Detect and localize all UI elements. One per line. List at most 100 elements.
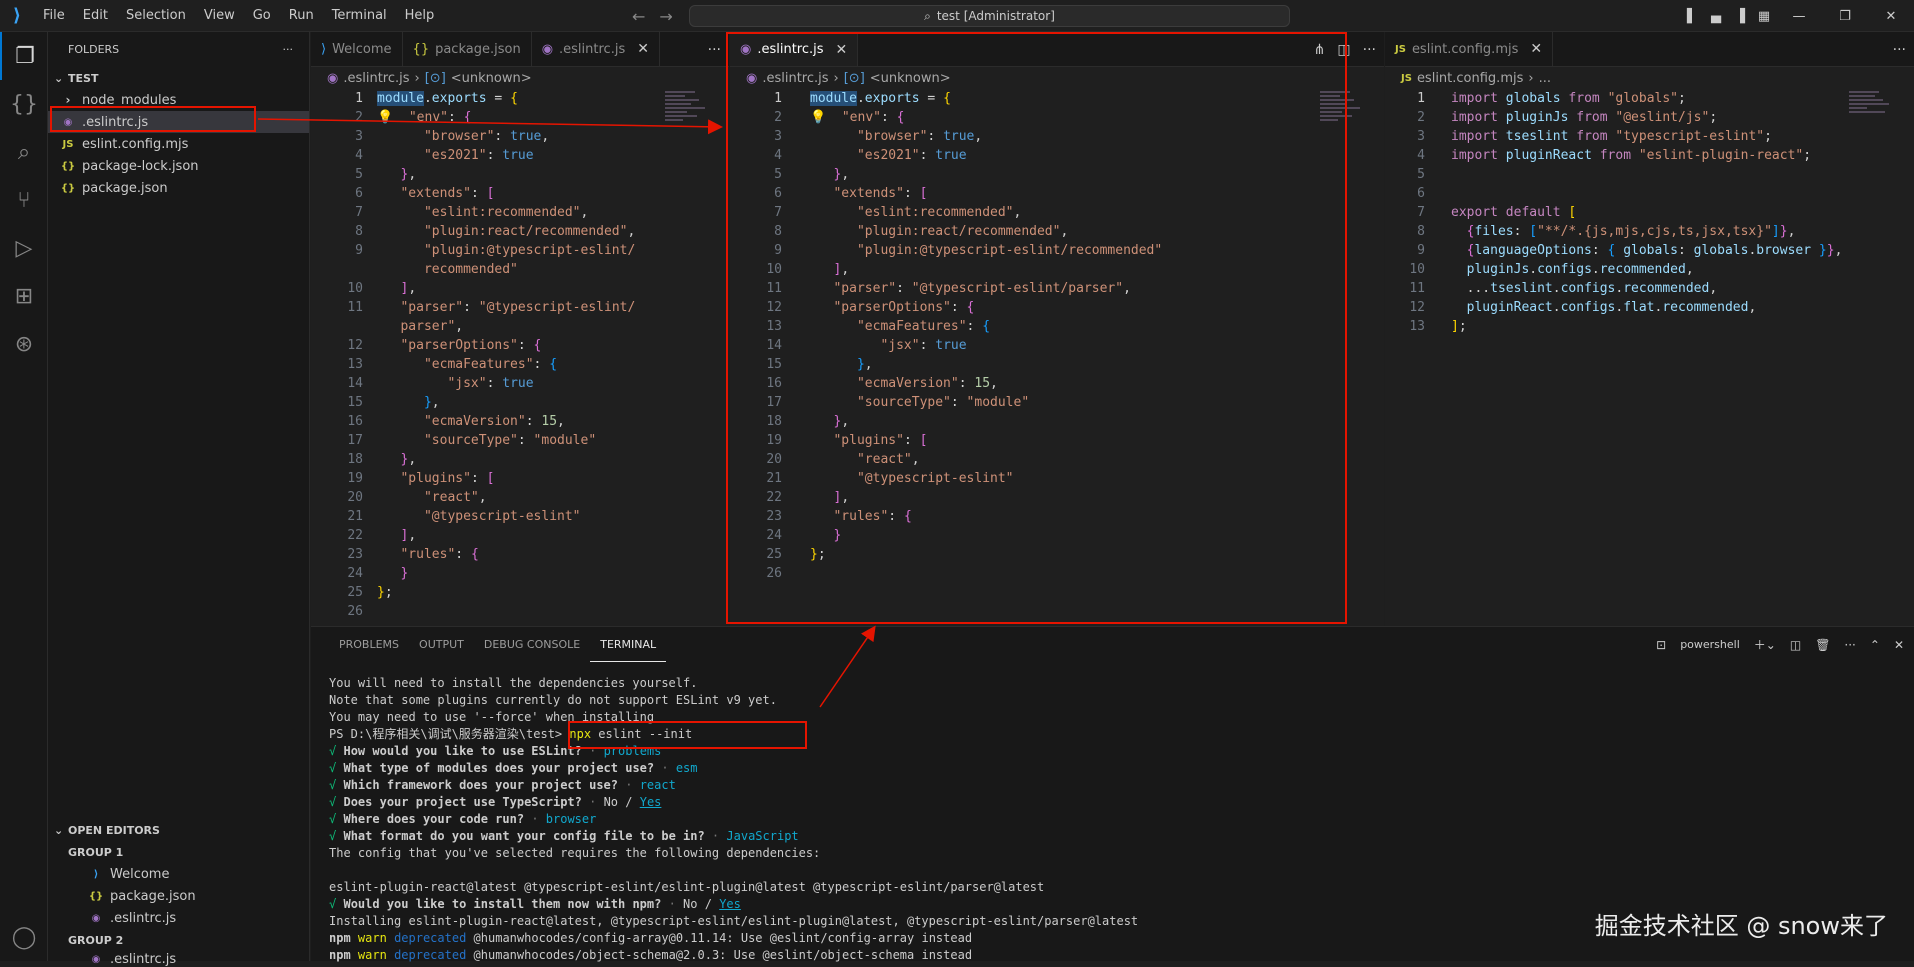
deprecated-label: deprecated [394, 931, 466, 945]
tab-eslint-config[interactable]: JSeslint.config.mjs✕ [1385, 32, 1553, 66]
breadcrumb-symbol[interactable]: <unknown> [870, 71, 951, 86]
tab-eslintrc[interactable]: ◉.eslintrc.js✕ [532, 32, 660, 66]
command-center-search[interactable]: ⌕ test [Administrator] [689, 5, 1290, 27]
tab-debug-console[interactable]: DEBUG CONSOLE [474, 627, 590, 662]
terminal-output[interactable]: You will need to install the dependencie… [329, 675, 1138, 964]
tree-item-package-json[interactable]: {} package.json [48, 177, 309, 199]
menu-help[interactable]: Help [396, 0, 444, 32]
tree-item-node-modules[interactable]: › node_modules [48, 89, 309, 111]
separator: / [618, 795, 640, 809]
explorer-icon[interactable]: ❐ [0, 32, 48, 80]
split-terminal-icon[interactable]: ◫ [1790, 638, 1801, 652]
maximize-panel-icon[interactable]: ⌃ [1870, 638, 1880, 652]
menu-file[interactable]: File [34, 0, 74, 32]
editor-tabs-1: ⟩Welcome {}package.json ◉.eslintrc.js✕ ·… [311, 32, 729, 67]
tab-problems[interactable]: PROBLEMS [329, 627, 409, 662]
separator: · [582, 795, 604, 809]
editor-group-1: ⟩Welcome {}package.json ◉.eslintrc.js✕ ·… [311, 32, 729, 626]
code-editor-1[interactable]: 1234567891011121314151617181920212223242… [311, 89, 729, 626]
editor-tabs-2: ◉.eslintrc.js✕ ⋔ ◫ ··· [730, 32, 1384, 67]
more-actions-icon[interactable]: ··· [1844, 638, 1855, 652]
toggle-panel-icon[interactable]: ▄ [1704, 9, 1728, 24]
terminal-icon: ⊡ [1656, 638, 1666, 652]
restore-icon[interactable]: ❐ [1822, 9, 1868, 24]
more-actions-icon[interactable]: ··· [708, 42, 721, 58]
minimap-2[interactable] [1320, 89, 1370, 149]
toggle-secondary-sidebar-icon[interactable]: ▐ [1728, 9, 1752, 24]
json-outline-icon[interactable]: {} [0, 80, 48, 128]
minimap-1[interactable] [665, 89, 715, 149]
code-editor-2[interactable]: 1234567891011121314151617181920212223242… [730, 89, 1384, 626]
minimize-icon[interactable]: — [1776, 9, 1822, 24]
menu-go[interactable]: Go [244, 0, 280, 32]
git-graph-icon[interactable]: ⊛ [0, 320, 48, 368]
menu-view[interactable]: View [195, 0, 244, 32]
more-actions-icon[interactable]: ··· [283, 43, 294, 56]
kill-terminal-icon[interactable]: 🗑 [1815, 638, 1830, 652]
split-editor-icon[interactable]: ◫ [1337, 42, 1350, 58]
new-terminal-icon[interactable]: ＋⌄ [1754, 636, 1776, 653]
source-control-icon[interactable]: ⑂ [0, 176, 48, 224]
close-icon[interactable]: ✕ [1530, 41, 1542, 57]
js-icon: JS [60, 139, 76, 150]
open-editors-header[interactable]: ⌄ OPEN EDITORS [48, 819, 310, 841]
back-arrow-icon[interactable]: ← [632, 7, 645, 26]
tree-item-eslintrc[interactable]: ◉ .eslintrc.js [48, 111, 309, 133]
warn-label: warn [358, 948, 387, 962]
folder-section-test[interactable]: ⌄ TEST [48, 67, 309, 89]
account-icon[interactable]: ◯ [0, 913, 48, 961]
prompt-answer: react [640, 778, 676, 792]
more-actions-icon[interactable]: ··· [1893, 42, 1906, 58]
separator: · [705, 829, 727, 843]
tree-item-eslint-config[interactable]: JS eslint.config.mjs [48, 133, 309, 155]
prompt-answer: Yes [640, 795, 662, 809]
compare-icon[interactable]: ⋔ [1314, 42, 1326, 58]
breadcrumb-file[interactable]: .eslintrc.js [343, 71, 409, 86]
open-editor-eslintrc-group2[interactable]: ◉ .eslintrc.js [48, 951, 310, 967]
open-editor-welcome[interactable]: ⟩ Welcome [48, 863, 310, 885]
breadcrumb-file[interactable]: eslint.config.mjs [1417, 71, 1523, 86]
minimap-3[interactable] [1849, 89, 1894, 149]
toggle-primary-sidebar-icon[interactable]: ▌ [1680, 9, 1704, 24]
check-icon: √ [329, 812, 336, 826]
breadcrumb-file[interactable]: .eslintrc.js [762, 71, 828, 86]
breadcrumb: JS eslint.config.mjs › ... [1385, 67, 1914, 89]
close-icon[interactable]: ✕ [836, 42, 848, 58]
menu-run[interactable]: Run [280, 0, 323, 32]
terminal-shell-name[interactable]: powershell [1680, 638, 1740, 651]
customize-layout-icon[interactable]: ▦ [1752, 9, 1776, 24]
run-debug-icon[interactable]: ▷ [0, 224, 48, 272]
more-actions-icon[interactable]: ··· [1363, 42, 1376, 58]
tab-welcome[interactable]: ⟩Welcome [311, 32, 403, 66]
tab-terminal[interactable]: TERMINAL [590, 627, 666, 662]
tab-output[interactable]: OUTPUT [409, 627, 474, 662]
forward-arrow-icon[interactable]: → [659, 7, 672, 26]
terminal-line: eslint-plugin-react@latest @typescript-e… [329, 880, 1044, 894]
search-icon[interactable]: ⌕ [0, 128, 48, 176]
menu-terminal[interactable]: Terminal [323, 0, 396, 32]
terminal-command-npx: npx [569, 727, 591, 741]
open-editors-section: ⌄ OPEN EDITORS GROUP 1 ⟩ Welcome {} pack… [48, 819, 310, 967]
tab-eslintrc-active[interactable]: ◉.eslintrc.js✕ [730, 32, 858, 66]
editor-group-2: ◉.eslintrc.js✕ ⋔ ◫ ··· ◉ .eslintrc.js › … [730, 32, 1384, 626]
tree-item-package-lock[interactable]: {} package-lock.json [48, 155, 309, 177]
breadcrumb-symbol[interactable]: ... [1539, 71, 1551, 86]
check-icon: √ [329, 744, 336, 758]
close-window-icon[interactable]: ✕ [1868, 9, 1914, 24]
open-editor-package-json[interactable]: {} package.json [48, 885, 310, 907]
code-editor-3[interactable]: 12345678910111213 import globals from "g… [1385, 89, 1914, 626]
menu-edit[interactable]: Edit [74, 0, 117, 32]
open-editor-eslintrc[interactable]: ◉ .eslintrc.js [48, 907, 310, 929]
chevron-right-icon: › [834, 71, 839, 86]
group-2-label: GROUP 2 [48, 929, 310, 951]
symbol-icon: [⊙] [425, 71, 446, 86]
extensions-icon[interactable]: ⊞ [0, 272, 48, 320]
close-panel-icon[interactable]: ✕ [1894, 638, 1904, 652]
menu-selection[interactable]: Selection [117, 0, 195, 32]
tab-package-json[interactable]: {}package.json [403, 32, 532, 66]
title-bar: ⟩ File Edit Selection View Go Run Termin… [0, 0, 1914, 32]
breadcrumb-symbol[interactable]: <unknown> [451, 71, 532, 86]
terminal-command: eslint --init [591, 727, 692, 741]
eslint-icon: ◉ [60, 117, 76, 128]
close-icon[interactable]: ✕ [637, 41, 649, 57]
